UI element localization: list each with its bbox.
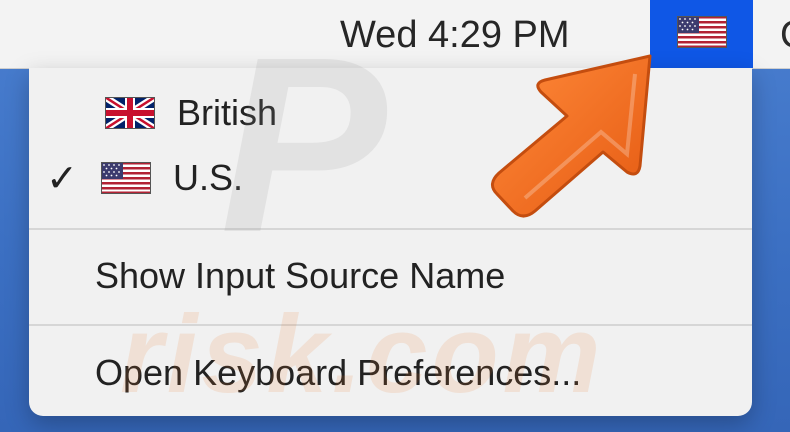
menu-item-show-input-source-name[interactable]: Show Input Source Name xyxy=(29,251,752,301)
menu-separator xyxy=(29,324,752,326)
uk-flag-icon xyxy=(105,97,155,129)
pointer-arrow-icon xyxy=(491,54,652,218)
menu-item-label: U.S. xyxy=(173,157,244,198)
menu-item-open-keyboard-preferences[interactable]: Open Keyboard Preferences... xyxy=(29,348,752,398)
us-flag-icon xyxy=(101,162,151,194)
menu-separator xyxy=(29,228,752,230)
us-flag-icon xyxy=(676,15,727,53)
checkmark-icon: ✓ xyxy=(46,157,78,200)
menu-item-label: Open Keyboard Preferences... xyxy=(95,352,582,393)
clipped-menubar-item[interactable]: C xyxy=(780,10,790,60)
menu-item-label: Show Input Source Name xyxy=(95,255,506,296)
menu-item-label: British xyxy=(177,92,278,133)
